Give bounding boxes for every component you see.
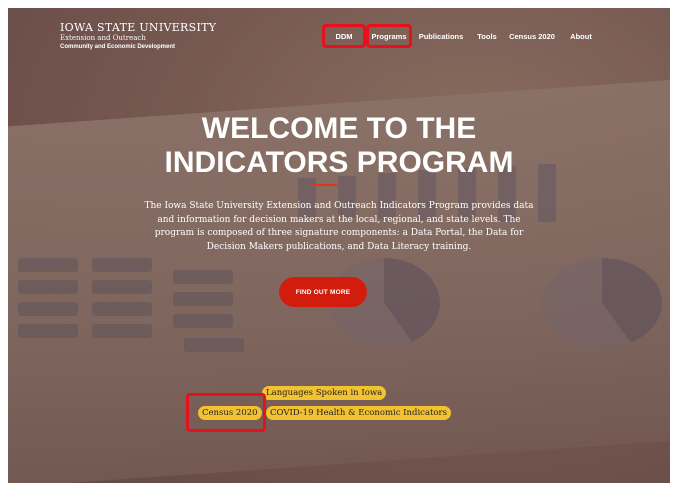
nav-item-census-2020[interactable]: Census 2020 bbox=[504, 24, 560, 48]
nav-item-ddm[interactable]: DDM bbox=[322, 24, 366, 48]
nav-item-programs[interactable]: Programs bbox=[366, 24, 412, 48]
logo-university-name: IOWA STATE UNIVERSITY bbox=[60, 21, 217, 34]
hero-section: IOWA STATE UNIVERSITY Extension and Outr… bbox=[8, 8, 670, 483]
page-title-line-1: WELCOME TO THE bbox=[201, 112, 477, 145]
page-title: WELCOME TO THE INDICATORS PROGRAM bbox=[8, 112, 670, 180]
site-logo[interactable]: IOWA STATE UNIVERSITY Extension and Outr… bbox=[60, 22, 216, 52]
page-title-line-2: INDICATORS PROGRAM bbox=[164, 146, 514, 179]
nav-item-tools[interactable]: Tools bbox=[474, 24, 500, 48]
link-languages-spoken-in-iowa[interactable]: Languages Spoken in Iowa bbox=[262, 386, 387, 400]
link-covid-19-indicators[interactable]: COVID-19 Health & Economic Indicators bbox=[266, 406, 451, 420]
logo-extension-text: Extension and Outreach bbox=[60, 34, 146, 42]
hero-description: The Iowa State University Extension and … bbox=[144, 201, 534, 252]
nav-item-about[interactable]: About bbox=[566, 24, 596, 48]
find-out-more-button[interactable]: FIND OUT MORE bbox=[279, 277, 367, 307]
nav-item-publications[interactable]: Publications bbox=[415, 24, 467, 48]
title-divider bbox=[311, 184, 337, 186]
census-2020-highlight-box bbox=[186, 393, 266, 432]
logo-division-text: Community and Economic Development bbox=[60, 44, 176, 50]
